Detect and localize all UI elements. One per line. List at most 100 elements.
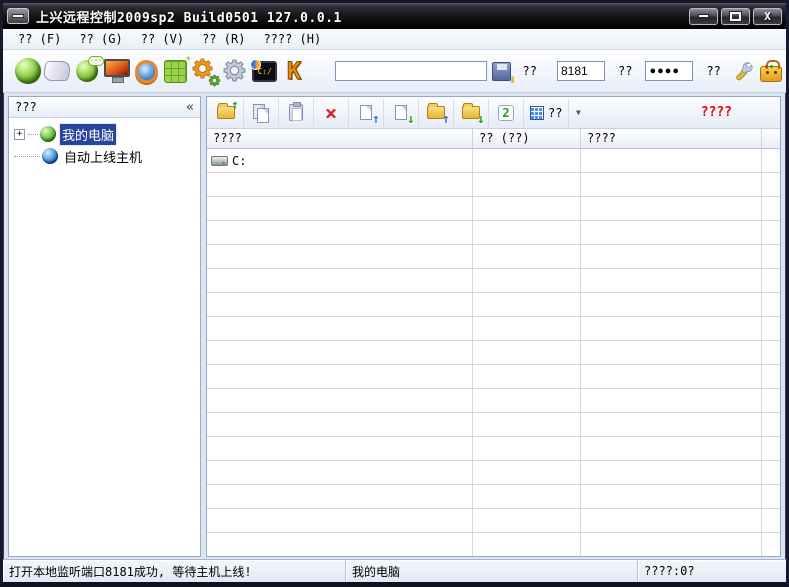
- table-cell: [207, 293, 473, 316]
- table-cell: [207, 389, 473, 412]
- terminal-button[interactable]: C:/: [250, 55, 280, 87]
- toolbox-button[interactable]: [756, 55, 786, 87]
- download-file-button[interactable]: ↓: [384, 99, 419, 127]
- password-input[interactable]: [645, 61, 693, 81]
- maximize-button[interactable]: [721, 8, 750, 25]
- table-cell: [473, 221, 581, 244]
- refresh-icon: 2: [498, 105, 514, 121]
- table-row: [207, 365, 780, 389]
- view-mode-button[interactable]: ??: [524, 99, 569, 127]
- screen-view-button[interactable]: [102, 55, 132, 87]
- webcam-button[interactable]: [131, 55, 161, 87]
- table-cell: [207, 317, 473, 340]
- table-cell: [581, 341, 762, 364]
- table-row: [207, 317, 780, 341]
- maximize-icon: [730, 12, 741, 21]
- registry-button[interactable]: [161, 55, 191, 87]
- scroll-icon: [43, 61, 73, 81]
- tree-connector: [28, 134, 38, 135]
- table-cell: [473, 173, 581, 196]
- upload-file-button[interactable]: ↑: [349, 99, 384, 127]
- app-window: 上兴远程控制2009sp2 Build0501 127.0.0.1 X ?? (…: [0, 0, 789, 587]
- table-row[interactable]: C:: [207, 149, 780, 173]
- k-tool-button[interactable]: K: [279, 55, 309, 87]
- registry-cube-icon: [164, 60, 187, 83]
- delete-button[interactable]: ×: [314, 99, 349, 127]
- view-dropdown-button[interactable]: ▼: [569, 99, 587, 127]
- script-button[interactable]: [43, 55, 73, 87]
- tree-item-my-computer[interactable]: + 我的电脑: [12, 123, 197, 145]
- table-cell: [762, 173, 780, 196]
- sidebar-header-label: ???: [15, 100, 37, 114]
- globe-chat-button[interactable]: ···: [72, 55, 102, 87]
- file-panel: ↑ × ↑ ↓ ↑ ↓ 2: [206, 96, 781, 557]
- delete-icon: ×: [325, 103, 337, 123]
- close-button[interactable]: X: [753, 8, 782, 25]
- table-row: [207, 221, 780, 245]
- table-row: [207, 509, 780, 533]
- wrench-button[interactable]: [727, 55, 757, 87]
- save-label: ??: [523, 64, 537, 78]
- table-cell: [762, 149, 780, 172]
- upload-folder-button[interactable]: ↑: [419, 99, 454, 127]
- file-table-body: C:: [207, 149, 780, 556]
- minimize-button[interactable]: [689, 8, 718, 25]
- address-input[interactable]: [335, 61, 487, 81]
- refresh-button[interactable]: 2: [489, 99, 524, 127]
- menu-run[interactable]: ?? (R): [195, 30, 252, 48]
- column-header-extra[interactable]: [762, 129, 780, 148]
- tree-item-label: 我的电脑: [60, 124, 116, 145]
- password-label: ??: [706, 64, 720, 78]
- copy-button[interactable]: [244, 99, 279, 127]
- table-cell: [207, 173, 473, 196]
- table-row: [207, 389, 780, 413]
- column-header-name[interactable]: ????: [207, 129, 473, 148]
- menu-file[interactable]: ?? (F): [11, 30, 68, 48]
- menu-manage[interactable]: ?? (G): [72, 30, 129, 48]
- computer-globe-icon: [40, 126, 56, 142]
- gears-orange-icon: [191, 57, 219, 85]
- wrench-icon: [731, 60, 753, 82]
- menu-help[interactable]: ???? (H): [256, 30, 328, 48]
- table-cell: [473, 437, 581, 460]
- table-cell: [581, 221, 762, 244]
- column-header-type[interactable]: ????: [581, 129, 762, 148]
- folder-up-button[interactable]: ↑: [209, 99, 244, 127]
- table-cell: [581, 365, 762, 388]
- table-row: [207, 485, 780, 509]
- save-button[interactable]: [487, 55, 517, 87]
- upload-file-icon: [360, 105, 372, 120]
- menu-view[interactable]: ?? (V): [134, 30, 191, 48]
- process-settings-button[interactable]: [191, 55, 221, 87]
- download-folder-button[interactable]: ↓: [454, 99, 489, 127]
- tree-item-auto-online-hosts[interactable]: 自动上线主机: [12, 145, 197, 167]
- port-input[interactable]: [557, 61, 605, 81]
- table-cell: [762, 389, 780, 412]
- close-icon: X: [764, 10, 771, 23]
- file-table-header: ???? ?? (??) ????: [207, 129, 780, 149]
- k-gear-icon: K: [287, 57, 301, 85]
- view-mode-label: ??: [548, 106, 562, 120]
- monitor-icon: [104, 59, 130, 77]
- paste-icon: [289, 104, 303, 121]
- table-cell: [581, 509, 762, 532]
- gear-gray-icon: [221, 57, 249, 85]
- sidebar-collapse-button[interactable]: «: [186, 101, 194, 114]
- paste-button[interactable]: [279, 99, 314, 127]
- column-header-size[interactable]: ?? (??): [473, 129, 581, 148]
- system-menu-button[interactable]: [7, 8, 29, 24]
- settings-button[interactable]: [220, 55, 250, 87]
- table-cell: [473, 293, 581, 316]
- table-cell: [762, 317, 780, 340]
- up-arrow-icon: ↑: [372, 113, 380, 126]
- globe-button[interactable]: [13, 55, 43, 87]
- drive-label: C:: [232, 154, 246, 168]
- table-row: [207, 269, 780, 293]
- table-cell: [762, 413, 780, 436]
- main-toolbar: ··· C:/ K ?? ?? ??: [3, 50, 786, 93]
- table-cell: [473, 485, 581, 508]
- expander-icon[interactable]: +: [14, 129, 25, 140]
- grid-view-icon: [530, 106, 544, 120]
- table-cell: [207, 341, 473, 364]
- table-row: [207, 341, 780, 365]
